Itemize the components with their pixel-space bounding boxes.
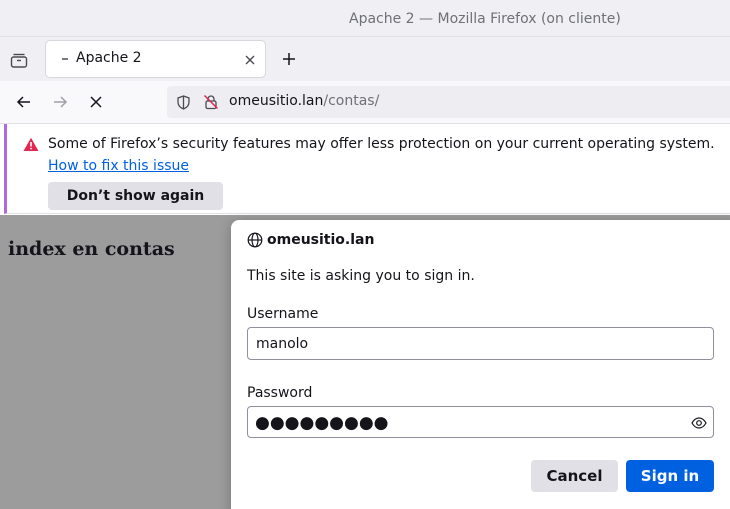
dialog-site-name: omeusitio.lan <box>267 232 375 248</box>
warning-icon <box>23 137 39 152</box>
stop-icon[interactable] <box>87 93 105 111</box>
navigation-toolbar: omeusitio.lan/contas/ <box>0 81 730 124</box>
password-field[interactable]: ●●●●●●●●● <box>247 406 714 438</box>
sign-in-button[interactable]: Sign in <box>626 460 714 492</box>
page-heading: index en contas <box>8 238 175 260</box>
forward-arrow-icon[interactable] <box>51 93 69 111</box>
show-password-eye-icon[interactable] <box>691 415 707 431</box>
url-bar[interactable]: omeusitio.lan/contas/ <box>167 86 730 118</box>
notification-message: Some of Firefox’s security features may … <box>48 136 715 152</box>
loading-dash-icon <box>58 52 72 66</box>
url-host: omeusitio.lan <box>229 93 324 109</box>
security-notification-bar: Some of Firefox’s security features may … <box>4 124 730 214</box>
tab-bar: Apache 2 <box>0 37 730 81</box>
cancel-button[interactable]: Cancel <box>531 460 618 492</box>
url-text[interactable]: omeusitio.lan/contas/ <box>229 93 379 109</box>
close-tab-icon[interactable] <box>243 52 257 66</box>
sign-in-dialog: omeusitio.lan This site is asking you to… <box>231 220 730 509</box>
dont-show-again-button[interactable]: Don’t show again <box>48 182 223 210</box>
how-to-fix-link[interactable]: How to fix this issue <box>48 158 189 174</box>
tracking-protection-shield-icon[interactable] <box>176 95 191 110</box>
tab-apache-2[interactable]: Apache 2 <box>46 41 265 77</box>
window-title: Apache 2 — Mozilla Firefox (on cliente) <box>349 11 621 27</box>
password-label: Password <box>247 385 313 401</box>
password-mask: ●●●●●●●●● <box>255 413 389 433</box>
insecure-lock-icon[interactable] <box>203 94 219 110</box>
globe-icon <box>247 232 263 248</box>
back-arrow-icon[interactable] <box>15 93 33 111</box>
new-tab-icon[interactable] <box>281 51 297 67</box>
tab-label: Apache 2 <box>76 50 142 66</box>
url-path: /contas/ <box>323 93 380 109</box>
tab-list-icon[interactable] <box>8 49 30 71</box>
window-titlebar: Apache 2 — Mozilla Firefox (on cliente) <box>0 0 730 37</box>
dialog-prompt: This site is asking you to sign in. <box>247 268 475 284</box>
username-field[interactable] <box>247 327 714 360</box>
username-label: Username <box>247 306 319 322</box>
